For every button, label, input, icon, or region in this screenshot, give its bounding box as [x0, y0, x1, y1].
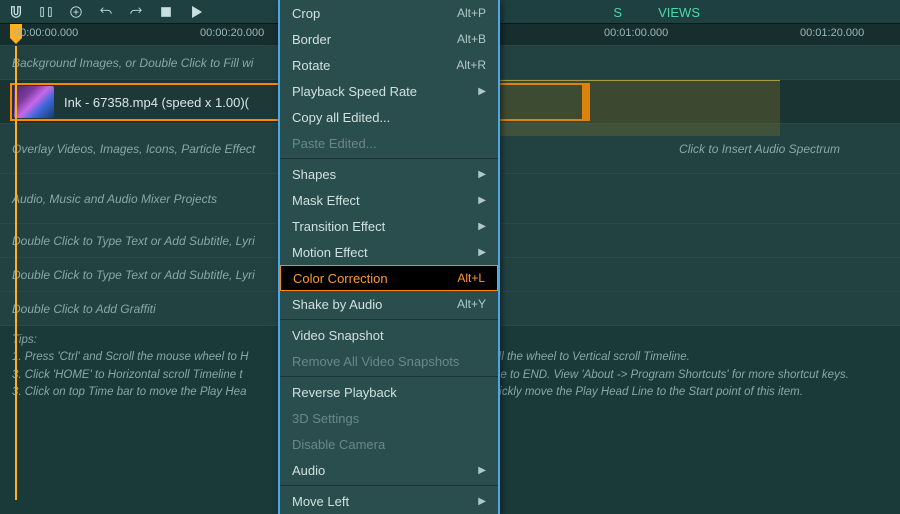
undo-icon[interactable]	[98, 4, 114, 20]
clip-label: Ink - 67358.mp4 (speed x 1.00)(	[64, 95, 249, 110]
menu-reverse-playback[interactable]: Reverse Playback	[280, 379, 498, 405]
menu-copy-edited[interactable]: Copy all Edited...	[280, 104, 498, 130]
clip-thumbnail	[14, 86, 54, 118]
add-icon[interactable]	[68, 4, 84, 20]
stop-icon[interactable]	[158, 4, 174, 20]
menu-mask-effect[interactable]: Mask Effect▶	[280, 187, 498, 213]
menu-separator	[280, 485, 498, 486]
playhead-line[interactable]	[15, 46, 17, 500]
tip-line: quickly move the Play Head Line to the S…	[486, 386, 802, 398]
redo-icon[interactable]	[128, 4, 144, 20]
menu-playback-speed[interactable]: Playback Speed Rate▶	[280, 78, 498, 104]
play-icon[interactable]	[188, 4, 204, 20]
menu-shake-by-audio[interactable]: Shake by AudioAlt+Y	[280, 291, 498, 317]
menu-separator	[280, 319, 498, 320]
track-hint: Overlay Videos, Images, Icons, Particle …	[12, 142, 255, 156]
menu-3d-settings: 3D Settings	[280, 405, 498, 431]
menu-video-snapshot[interactable]: Video Snapshot	[280, 322, 498, 348]
magnet-icon[interactable]	[8, 4, 24, 20]
track-hint: Double Click to Type Text or Add Subtitl…	[12, 234, 255, 248]
nav-tabs: S VIEWS	[613, 0, 700, 24]
menu-audio[interactable]: Audio▶	[280, 457, 498, 483]
tip-line: 1. Press 'Ctrl' and Scroll the mouse whe…	[12, 351, 248, 363]
ruler-tick: 00:01:20.000	[800, 24, 864, 39]
ruler-tick: 00:00:00.000	[14, 24, 78, 39]
track-hint: Double Click to Add Graffiti	[12, 302, 156, 316]
menu-motion-effect[interactable]: Motion Effect▶	[280, 239, 498, 265]
tip-line: roll the wheel to Vertical scroll Timeli…	[488, 351, 689, 363]
track-hint: Audio, Music and Audio Mixer Projects	[12, 192, 217, 206]
menu-rotate[interactable]: RotateAlt+R	[280, 52, 498, 78]
menu-remove-snapshots: Remove All Video Snapshots	[280, 348, 498, 374]
menu-disable-camera: Disable Camera	[280, 431, 498, 457]
track-hint: Background Images, or Double Click to Fi…	[12, 56, 253, 70]
menu-shapes[interactable]: Shapes▶	[280, 161, 498, 187]
track-hint: Double Click to Type Text or Add Subtitl…	[12, 268, 255, 282]
menu-color-correction[interactable]: Color CorrectionAlt+L	[280, 265, 498, 291]
tab-views[interactable]: VIEWS	[658, 5, 700, 20]
menu-border[interactable]: BorderAlt+B	[280, 26, 498, 52]
tip-line: 3. Click 'HOME' to Horizontal scroll Tim…	[12, 369, 243, 381]
menu-crop[interactable]: CropAlt+P	[280, 0, 498, 26]
menu-separator	[280, 158, 498, 159]
tab-partial[interactable]: S	[613, 5, 622, 20]
track-hint-right: Click to Insert Audio Spectrum	[679, 142, 840, 156]
marker-icon[interactable]	[38, 4, 54, 20]
tip-line: 3. Click on top Time bar to move the Pla…	[12, 386, 246, 398]
ruler-tick: 00:00:20.000	[200, 24, 264, 39]
menu-separator	[280, 376, 498, 377]
menu-paste-edited: Paste Edited...	[280, 130, 498, 156]
selection-overlay	[500, 80, 780, 136]
context-menu: CropAlt+P BorderAlt+B RotateAlt+R Playba…	[278, 0, 500, 514]
tip-line: eline to END. View 'About -> Program Sho…	[483, 369, 849, 381]
menu-move-left[interactable]: Move Left▶	[280, 488, 498, 514]
menu-transition-effect[interactable]: Transition Effect▶	[280, 213, 498, 239]
ruler-tick: 00:01:00.000	[604, 24, 668, 39]
